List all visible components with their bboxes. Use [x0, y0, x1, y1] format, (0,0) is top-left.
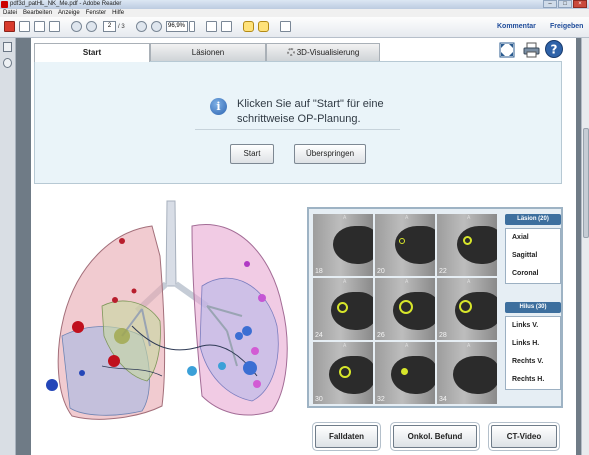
create-pdf-icon[interactable]	[4, 21, 15, 32]
close-button[interactable]: ×	[573, 0, 587, 8]
printer-icon[interactable]	[523, 42, 540, 58]
print-icon[interactable]	[34, 21, 45, 32]
ct-slice-18[interactable]: A 18	[313, 214, 373, 276]
view-coronal[interactable]: Coronal	[506, 265, 560, 283]
tab-laesionen[interactable]: Läsionen	[150, 43, 266, 61]
instruction-line-1: Klicken Sie auf "Start" für eine	[237, 98, 384, 110]
start-button[interactable]: Start	[230, 144, 274, 164]
lesion-group-header: Läsion (20)	[505, 214, 561, 225]
zoom-in-icon[interactable]	[151, 21, 162, 32]
attachments-icon[interactable]	[3, 58, 12, 68]
lung-3d-illustration[interactable]	[42, 196, 304, 426]
view-links-h[interactable]: Links H.	[506, 335, 560, 353]
slice-number: 18	[315, 268, 323, 275]
menu-window[interactable]: Fenster	[86, 9, 106, 17]
fit-width-icon[interactable]	[206, 21, 217, 32]
menu-edit[interactable]: Bearbeiten	[23, 9, 52, 17]
ct-slice-32[interactable]: A 32	[375, 342, 435, 404]
save-icon[interactable]	[19, 21, 30, 32]
start-instruction: Klicken Sie auf "Start" für eine schritt…	[237, 97, 384, 127]
navigation-pane	[0, 38, 16, 455]
menu-file[interactable]: Datei	[3, 9, 17, 17]
email-icon[interactable]	[49, 21, 60, 32]
slice-number: 22	[439, 268, 447, 275]
window-controls: – □ ×	[543, 0, 587, 8]
window-title-bar: pdf3d_patHL_NK_Me.pdf - Adobe Reader – □…	[0, 0, 589, 9]
minimize-button[interactable]: –	[543, 0, 557, 8]
next-page-icon[interactable]	[86, 21, 97, 32]
page-count: / 3	[118, 24, 125, 30]
info-icon: i	[210, 98, 227, 115]
zoom-out-icon[interactable]	[136, 21, 147, 32]
help-icon[interactable]: ?	[545, 40, 563, 58]
falldaten-button[interactable]: Falldaten	[315, 425, 378, 448]
view-rechts-v[interactable]: Rechts V.	[506, 353, 560, 371]
slice-number: 30	[315, 396, 323, 403]
slice-number: 20	[377, 268, 385, 275]
ct-slice-28[interactable]: A 28	[437, 278, 497, 340]
toolbar: 2 / 3 96,9% Kommentar Freigeben	[0, 17, 589, 38]
comment-icon[interactable]	[243, 21, 254, 32]
ct-slice-22[interactable]: A 22	[437, 214, 497, 276]
ct-slice-34[interactable]: A 34	[437, 342, 497, 404]
page-number-input[interactable]: 2	[103, 21, 116, 32]
tab-3d-visualisierung[interactable]: 3D-Visualisierung	[266, 43, 380, 61]
vertical-scrollbar[interactable]	[581, 38, 589, 455]
svg-text:?: ?	[551, 43, 558, 57]
slice-number: 32	[377, 396, 385, 403]
adobe-reader-icon	[1, 1, 8, 8]
lesion-view-list: Axial Sagittal Coronal	[505, 228, 561, 284]
slice-number: 26	[377, 332, 385, 339]
hilus-view-list: Links V. Links H. Rechts V. Rechts H.	[505, 316, 561, 390]
tab-laesionen-label: Läsionen	[191, 48, 225, 57]
previous-page-icon[interactable]	[71, 21, 82, 32]
fit-page-icon[interactable]	[221, 21, 232, 32]
scrollbar-thumb[interactable]	[583, 128, 589, 238]
ct-slice-26[interactable]: A 26	[375, 278, 435, 340]
skip-button[interactable]: Überspringen	[294, 144, 366, 164]
onkol-befund-button[interactable]: Onkol. Befund	[393, 425, 477, 448]
instruction-line-2: schrittweise OP-Planung.	[237, 113, 361, 125]
menu-bar: Datei Bearbeiten Anzeige Fenster Hilfe	[0, 9, 589, 17]
view-sagittal[interactable]: Sagittal	[506, 247, 560, 265]
slice-number: 34	[439, 396, 447, 403]
window-title: pdf3d_patHL_NK_Me.pdf - Adobe Reader	[10, 1, 122, 7]
tab-3d-label: 3D-Visualisierung	[296, 48, 360, 57]
ct-video-button[interactable]: CT-Video	[491, 425, 557, 448]
ct-slice-20[interactable]: A 20	[375, 214, 435, 276]
gear-icon	[286, 48, 295, 56]
tab-bar: Start Läsionen 3D-Visualisierung	[34, 43, 573, 62]
divider	[195, 129, 400, 130]
fullscreen-icon[interactable]	[280, 21, 291, 32]
slice-number: 24	[315, 332, 323, 339]
view-links-v[interactable]: Links V.	[506, 317, 560, 335]
zoom-dropdown-icon[interactable]	[189, 21, 195, 32]
highlight-icon[interactable]	[258, 21, 269, 32]
menu-view[interactable]: Anzeige	[58, 9, 80, 17]
ct-slice-grid: A 18 A 20 A 22 A 24 A 26 A 28 A 30 A 32 …	[313, 214, 497, 405]
view-rechts-h[interactable]: Rechts H.	[506, 371, 560, 389]
tab-start-label: Start	[82, 48, 102, 57]
menu-help[interactable]: Hilfe	[112, 9, 124, 17]
fullscreen-expand-icon[interactable]	[499, 42, 515, 58]
page-thumbnails-icon[interactable]	[3, 42, 12, 52]
ct-slice-30[interactable]: A 30	[313, 342, 373, 404]
hilus-view-group: Hilus (30) Links V. Links H. Rechts V. R…	[505, 302, 561, 390]
start-info-panel: i Klicken Sie auf "Start" für eine schri…	[34, 61, 562, 184]
lesion-view-group: Läsion (20) Axial Sagittal Coronal	[505, 214, 561, 284]
zoom-level-input[interactable]: 96,9%	[166, 21, 188, 32]
hilus-group-header: Hilus (30)	[505, 302, 561, 313]
tab-start[interactable]: Start	[34, 43, 150, 62]
ct-slice-24[interactable]: A 24	[313, 278, 373, 340]
view-axial[interactable]: Axial	[506, 229, 560, 247]
comment-link[interactable]: Kommentar	[497, 23, 536, 30]
ct-viewer-panel: A 18 A 20 A 22 A 24 A 26 A 28 A 30 A 32 …	[307, 207, 563, 408]
maximize-button[interactable]: □	[558, 0, 572, 8]
slice-number: 28	[439, 332, 447, 339]
share-link[interactable]: Freigeben	[550, 23, 583, 30]
